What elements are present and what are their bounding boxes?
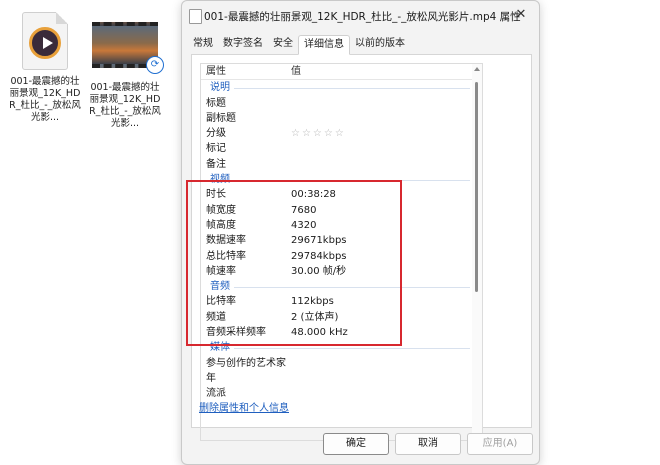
file-icon <box>189 9 202 24</box>
media-file-icon <box>8 12 82 70</box>
property-row[interactable]: 时长 00:38:28 <box>201 187 472 202</box>
section-audio: 音频 <box>201 279 472 295</box>
properties-dialog: 001-最震撼的壮丽景观_12K_HDR_杜比_-_放松风光影片.mp4 属性 … <box>181 0 540 465</box>
value-column-header[interactable]: 值 <box>291 64 301 79</box>
list-header: 属性 值 <box>201 64 472 81</box>
property-row[interactable]: 音频采样频率 48.000 kHz <box>201 325 472 340</box>
tab-details[interactable]: 详细信息 <box>298 35 350 55</box>
section-video: 视频 <box>201 172 472 188</box>
close-icon[interactable]: ✕ <box>512 6 530 24</box>
title-bar[interactable]: 001-最震撼的壮丽景观_12K_HDR_杜比_-_放松风光影片.mp4 属性 … <box>182 1 539 31</box>
property-row[interactable]: 帧宽度 7680 <box>201 203 472 218</box>
vertical-scrollbar[interactable] <box>472 64 482 440</box>
property-row[interactable]: 数据速率 29671kbps <box>201 233 472 248</box>
dialog-title: 001-最震撼的壮丽景观_12K_HDR_杜比_-_放松风光影片.mp4 属性 <box>204 11 521 23</box>
scroll-up-icon[interactable] <box>474 67 480 71</box>
tab-security[interactable]: 安全 <box>268 35 298 53</box>
property-list[interactable]: 属性 值 说明 标题 副标题 分级 ☆☆☆☆☆ 标记 备注 视频 时长 00:38:… <box>200 63 483 441</box>
property-column-header[interactable]: 属性 <box>206 64 226 79</box>
tab-previous-versions[interactable]: 以前的版本 <box>350 35 410 53</box>
video-thumbnail-icon: ⟳ <box>88 22 164 74</box>
section-description: 说明 <box>201 80 472 96</box>
property-row[interactable]: 标记 <box>201 141 472 156</box>
cancel-button[interactable]: 取消 <box>395 433 461 455</box>
tab-bar: 常规 数字签名 安全 详细信息 以前的版本 <box>188 35 410 55</box>
property-row[interactable]: 参与创作的艺术家 <box>201 356 472 371</box>
remove-properties-link[interactable]: 删除属性和个人信息 <box>199 399 289 414</box>
desktop-file-video[interactable]: ⟳ 001-最震撼的壮丽景观_12K_HDR_杜比_-_放松风光影... <box>88 12 164 130</box>
property-row[interactable]: 频道 2 (立体声) <box>201 310 472 325</box>
property-row[interactable]: 副标题 <box>201 111 472 126</box>
ok-button[interactable]: 确定 <box>323 433 389 455</box>
sync-icon: ⟳ <box>146 56 164 74</box>
property-row[interactable]: 比特率 112kbps <box>201 294 472 309</box>
property-row[interactable]: 帧速率 30.00 帧/秒 <box>201 264 472 279</box>
apply-button[interactable]: 应用(A) <box>467 433 533 455</box>
property-row[interactable]: 总比特率 29784kbps <box>201 249 472 264</box>
rating-stars: ☆☆☆☆☆ <box>291 128 346 140</box>
file-name: 001-最震撼的壮丽景观_12K_HDR_杜比_-_放松风光影... <box>9 76 81 123</box>
desktop-file-audio[interactable]: 001-最震撼的壮丽景观_12K_HDR_杜比_-_放松风光影... <box>8 12 82 124</box>
tab-digital-signature[interactable]: 数字签名 <box>218 35 268 53</box>
tab-general[interactable]: 常规 <box>188 35 218 53</box>
section-media: 媒体 <box>201 340 472 356</box>
property-row[interactable]: 备注 <box>201 157 472 172</box>
property-row[interactable]: 分级 ☆☆☆☆☆ <box>201 126 472 141</box>
property-row[interactable]: 帧高度 4320 <box>201 218 472 233</box>
file-name: 001-最震撼的壮丽景观_12K_HDR_杜比_-_放松风光影... <box>89 82 161 129</box>
scroll-thumb[interactable] <box>475 82 478 292</box>
property-row[interactable]: 年 <box>201 371 472 386</box>
details-panel: 属性 值 说明 标题 副标题 分级 ☆☆☆☆☆ 标记 备注 视频 时长 00:38:… <box>191 54 532 441</box>
property-row[interactable]: 标题 <box>201 96 472 111</box>
